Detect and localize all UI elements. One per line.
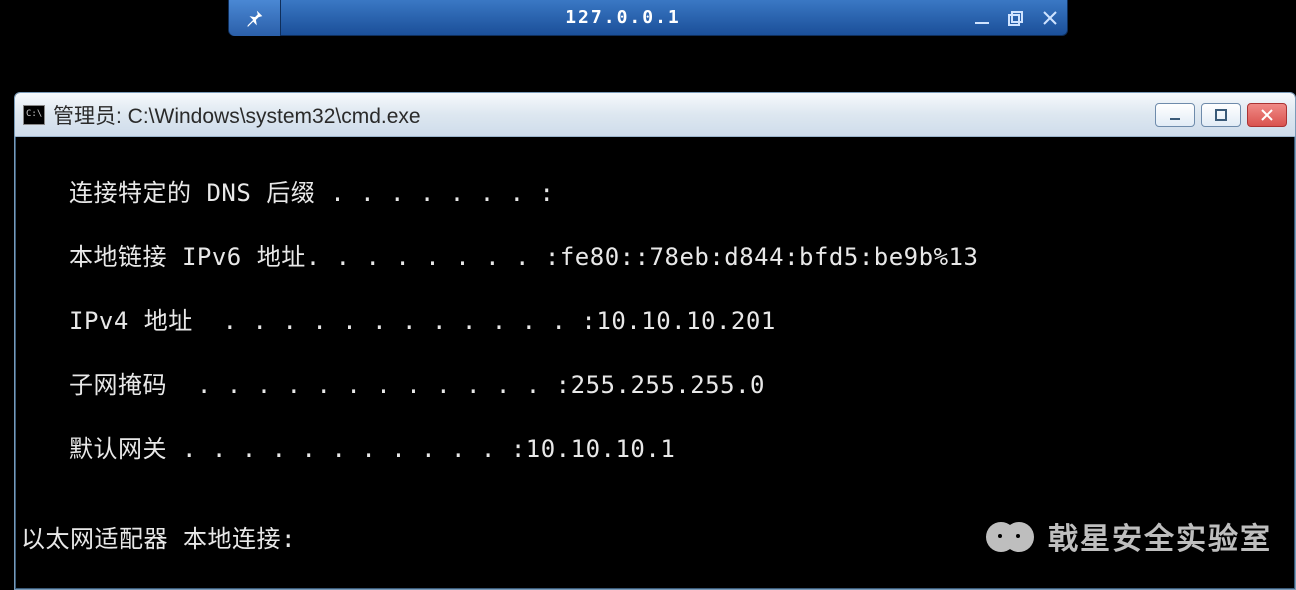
watermark-text: 戟星安全实验室 <box>1048 514 1272 558</box>
maximize-button[interactable] <box>1201 103 1241 127</box>
titlebar[interactable]: C:\ 管理员: C:\Windows\system32\cmd.exe <box>15 93 1295 137</box>
maximize-icon <box>1214 108 1228 122</box>
ipv6-link-label: 本地链接 IPv6 地址 <box>69 241 306 273</box>
dots: . . . . . . . : <box>315 177 554 209</box>
dots: . . . . . . . . : <box>306 241 560 273</box>
ipv4-value: 10.10.10.201 <box>596 305 775 337</box>
remote-address: 127.0.0.1 <box>281 7 965 28</box>
dots: . . . . . . . . . . . . : <box>193 305 597 337</box>
minimize-icon <box>973 9 991 27</box>
remote-connection-bar: 127.0.0.1 <box>228 0 1068 36</box>
cmd-app-icon-text: C:\ <box>26 110 42 119</box>
window-title: 管理员: C:\Windows\system32\cmd.exe <box>53 100 1155 130</box>
minimize-remote-button[interactable] <box>965 0 999 36</box>
restore-icon <box>1007 9 1025 27</box>
gateway-value: 10.10.10.1 <box>526 433 676 465</box>
pin-button[interactable] <box>229 0 281 36</box>
watermark: 戟星安全实验室 <box>986 512 1272 560</box>
window-controls <box>1155 103 1287 127</box>
pin-icon <box>244 7 266 29</box>
restore-remote-button[interactable] <box>999 0 1033 36</box>
ipv4-label: IPv4 地址 <box>69 305 193 337</box>
dots: . . . . . . . . . . . : <box>167 433 526 465</box>
subnet-label: 子网掩码 <box>69 369 167 401</box>
close-icon <box>1260 108 1274 122</box>
dots: . . . . . . . . . . . . : <box>167 369 571 401</box>
ipv6-link-value: fe80::78eb:d844:bfd5:be9b%13 <box>560 241 979 273</box>
dns-suffix-label: 连接特定的 DNS 后缀 <box>69 177 315 209</box>
minimize-button[interactable] <box>1155 103 1195 127</box>
close-icon <box>1041 9 1059 27</box>
minimize-icon <box>1168 108 1182 122</box>
close-remote-button[interactable] <box>1033 0 1067 36</box>
subnet-value: 255.255.255.0 <box>571 369 765 401</box>
cmd-app-icon: C:\ <box>23 105 45 125</box>
close-button[interactable] <box>1247 103 1287 127</box>
gateway-label: 默认网关 <box>69 433 167 465</box>
wechat-icon <box>986 512 1034 560</box>
